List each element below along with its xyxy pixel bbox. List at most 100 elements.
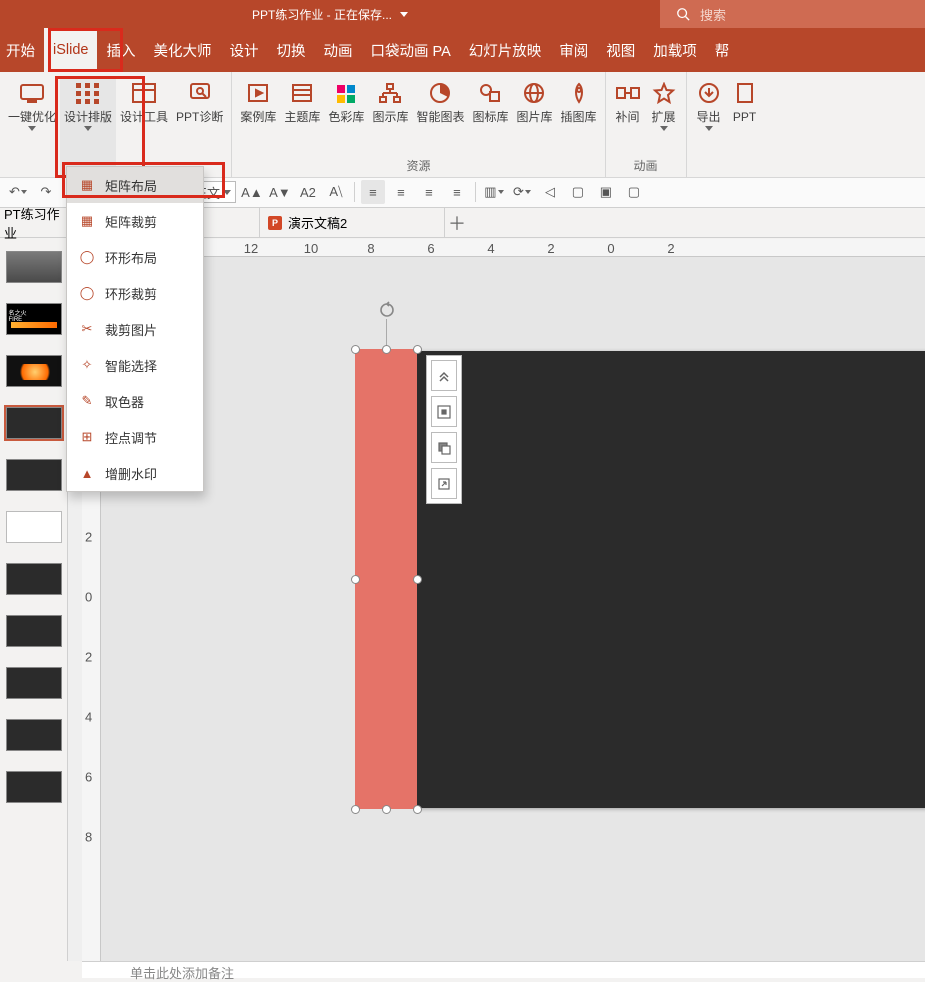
handle-n[interactable]: [382, 345, 391, 354]
float-layer[interactable]: [431, 432, 457, 463]
matrix-icon: ▦: [79, 177, 95, 193]
float-align[interactable]: [431, 396, 457, 427]
add-tab-button[interactable]: ＋: [445, 208, 469, 237]
tab-insert[interactable]: 插入: [97, 28, 144, 72]
menu-matrix-layout[interactable]: ▦矩阵布局: [67, 167, 203, 203]
btn-clipart-lib[interactable]: 插图库: [557, 76, 601, 157]
slide-thumb-5[interactable]: [6, 459, 62, 491]
matrix-crop-icon: ▦: [79, 213, 95, 229]
menu-crop-pic[interactable]: ✂裁剪图片: [67, 311, 203, 347]
tab-transition[interactable]: 切换: [267, 28, 314, 72]
menu-ring-crop[interactable]: ◯环形裁剪: [67, 275, 203, 311]
btn-smart-chart[interactable]: 智能图表: [412, 76, 468, 157]
slide-thumb-11[interactable]: [6, 771, 62, 803]
btn-ppt-diag[interactable]: PPT诊断: [172, 76, 227, 177]
btn-image-lib[interactable]: 图片库: [512, 76, 556, 157]
slide-thumb-3[interactable]: [6, 355, 62, 387]
tab-help[interactable]: 帮: [706, 28, 739, 72]
nodes-icon: ⊞: [79, 429, 95, 445]
slide-thumb-7[interactable]: [6, 563, 62, 595]
doc-icon: [731, 79, 759, 107]
btn-extend[interactable]: 扩展: [646, 76, 682, 157]
handle-e[interactable]: [413, 575, 422, 584]
group-button[interactable]: ▢: [566, 180, 590, 204]
case-icon: [244, 79, 272, 107]
selected-shape[interactable]: [355, 349, 417, 809]
more-button[interactable]: ▢: [622, 180, 646, 204]
tab-view[interactable]: 视图: [597, 28, 644, 72]
slide-thumb-4[interactable]: [6, 407, 62, 439]
handle-sw[interactable]: [351, 805, 360, 814]
btn-diagram-lib[interactable]: 图示库: [368, 76, 412, 157]
doc-tab-0[interactable]: PT练习作业: [0, 208, 75, 237]
doc-tab-2[interactable]: P演示文稿2: [260, 208, 445, 237]
undo-button[interactable]: ↶: [6, 180, 30, 204]
align-justify-button[interactable]: ≡: [445, 180, 469, 204]
float-resize[interactable]: [431, 468, 457, 499]
group-label-anim: 动画: [610, 157, 682, 177]
superscript-button[interactable]: A2: [296, 180, 320, 204]
slide-thumb-10[interactable]: [6, 719, 62, 751]
tab-slideshow[interactable]: 幻灯片放映: [460, 28, 551, 72]
btn-design-layout[interactable]: 设计排版: [60, 76, 116, 177]
tab-home[interactable]: 开始: [3, 28, 44, 72]
handle-w[interactable]: [351, 575, 360, 584]
menu-ring-layout[interactable]: ◯环形布局: [67, 239, 203, 275]
rotate-handle[interactable]: [378, 301, 396, 319]
align-right-button[interactable]: ≡: [417, 180, 441, 204]
notes-placeholder: 单击此处添加备注: [130, 966, 234, 981]
export-icon: [695, 79, 723, 107]
btn-color-lib[interactable]: 色彩库: [324, 76, 368, 157]
tab-design[interactable]: 设计: [220, 28, 267, 72]
btn-icon-lib[interactable]: 图标库: [468, 76, 512, 157]
handle-s[interactable]: [382, 805, 391, 814]
btn-design-tools[interactable]: 设计工具: [116, 76, 172, 177]
float-collapse[interactable]: [431, 360, 457, 391]
handle-nw[interactable]: [351, 345, 360, 354]
menu-matrix-crop[interactable]: ▦矩阵裁剪: [67, 203, 203, 239]
align-center-button[interactable]: ≡: [389, 180, 413, 204]
btn-ppt-more[interactable]: PPT: [727, 76, 763, 177]
eyedropper-icon: ✎: [79, 393, 95, 409]
floating-toolbar: [426, 355, 462, 504]
ungroup-button[interactable]: ▣: [594, 180, 618, 204]
btn-theme-lib[interactable]: 主题库: [280, 76, 324, 157]
slide-thumb-6[interactable]: [6, 511, 62, 543]
hierarchy-icon: [376, 79, 404, 107]
tab-pocket[interactable]: 口袋动画 PA: [361, 28, 459, 72]
title-dropdown-icon[interactable]: [400, 12, 408, 17]
menu-smart-select[interactable]: ✧智能选择: [67, 347, 203, 383]
btn-tween[interactable]: 补间: [610, 76, 646, 157]
menu-control-point[interactable]: ⊞控点调节: [67, 419, 203, 455]
btn-export[interactable]: 导出: [691, 76, 727, 177]
shrink-font-button[interactable]: A▼: [268, 180, 292, 204]
tab-review[interactable]: 审阅: [550, 28, 597, 72]
btn-oneclick-opt[interactable]: 一键优化: [4, 76, 60, 177]
handle-ne[interactable]: [413, 345, 422, 354]
menu-eyedropper[interactable]: ✎取色器: [67, 383, 203, 419]
notes-pane[interactable]: 单击此处添加备注: [82, 961, 925, 978]
tab-beautify[interactable]: 美化大师: [144, 28, 220, 72]
handle-se[interactable]: [413, 805, 422, 814]
slide-thumb-1[interactable]: [6, 251, 62, 283]
search-box[interactable]: 搜索: [660, 0, 925, 28]
title-bar: PPT练习作业 - 正在保存... 搜索: [0, 0, 925, 28]
redo-button[interactable]: ↷: [34, 180, 58, 204]
rotate-stem: [386, 319, 387, 347]
tab-islide[interactable]: iSlide: [44, 28, 97, 72]
menu-watermark[interactable]: ▲增删水印: [67, 455, 203, 491]
grow-font-button[interactable]: A▲: [240, 180, 264, 204]
slide-thumb-2[interactable]: 名之火FIRE: [6, 303, 62, 335]
arrange-button[interactable]: ◁: [538, 180, 562, 204]
align-left-button[interactable]: ≡: [361, 180, 385, 204]
slide-canvas[interactable]: [417, 351, 925, 808]
clear-format-button[interactable]: A⧹: [324, 180, 348, 204]
palette-icon: [332, 79, 360, 107]
slide-thumb-8[interactable]: [6, 615, 62, 647]
distribute-button[interactable]: ▥: [482, 180, 506, 204]
btn-case-lib[interactable]: 案例库: [236, 76, 280, 157]
tab-animation[interactable]: 动画: [314, 28, 361, 72]
slide-thumb-9[interactable]: [6, 667, 62, 699]
tab-addins[interactable]: 加载项: [644, 28, 706, 72]
rotate-button[interactable]: ⟳: [510, 180, 534, 204]
